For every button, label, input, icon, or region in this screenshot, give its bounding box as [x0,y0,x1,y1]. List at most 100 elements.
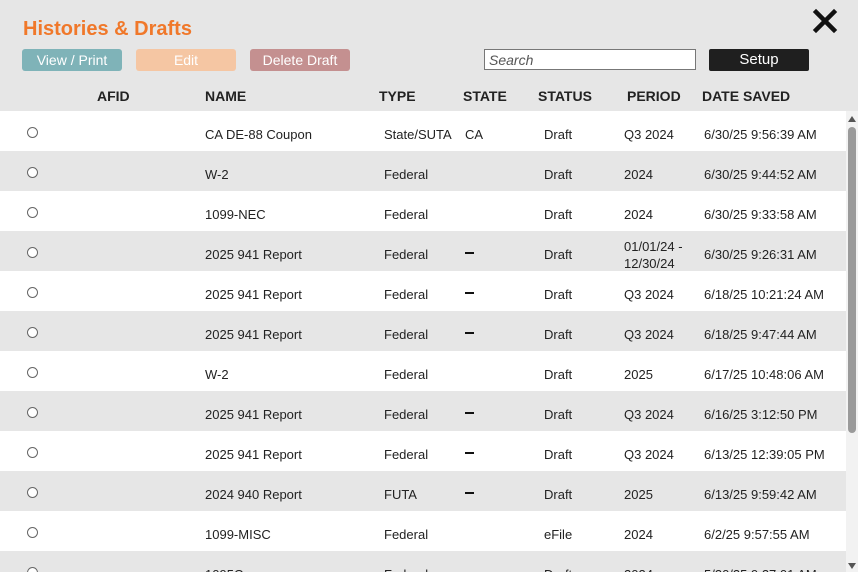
scroll-down-arrow-icon[interactable] [848,563,856,569]
row-select-radio[interactable] [27,287,38,298]
row-state: CA [465,127,484,142]
row-type: Federal [384,247,429,262]
table-row[interactable]: 2025 941 Report Federal Draft Q3 2024 6/18/2… [0,311,846,351]
scrollbar-thumb[interactable] [848,127,856,433]
state-dash-icon [465,492,474,494]
row-date-saved: 6/18/25 10:21:24 AM [704,287,824,302]
table-row[interactable]: CA DE-88 Coupon State/SUTA CA Draft Q3 2024 6… [0,111,846,151]
row-type: FUTA [384,487,417,502]
row-select-radio[interactable] [27,447,38,458]
row-type: Federal [384,167,429,182]
table-row[interactable]: W-2 Federal Draft 2025 6/17/25 10:48:06 AM [0,351,846,391]
search-input[interactable] [484,49,696,70]
row-select-radio[interactable] [27,167,38,178]
row-date-saved: 6/13/25 12:39:05 PM [704,447,825,462]
row-period: 2025 [624,367,653,382]
row-status: Draft [544,407,573,422]
column-header-state[interactable]: STATE [463,88,507,104]
row-type: Federal [384,567,428,572]
row-name: 2025 941 Report [205,247,302,262]
row-status: Draft [544,567,572,572]
row-name: 2025 941 Report [205,447,302,462]
edit-button[interactable]: Edit [136,49,236,71]
row-status: Draft [544,247,573,262]
state-dash-icon [465,292,474,294]
row-select-radio[interactable] [27,367,38,378]
row-period: Q3 2024 [624,127,674,142]
state-dash-icon [465,412,474,414]
row-select-radio[interactable] [27,327,38,338]
row-date-saved: 6/30/25 9:56:39 AM [704,127,817,142]
row-select-radio[interactable] [27,407,38,418]
row-type: Federal [384,527,429,542]
table-row[interactable]: 2025 941 Report Federal Draft Q3 2024 6/18/2… [0,271,846,311]
row-status: Draft [544,207,573,222]
row-status: Draft [544,127,573,142]
row-status: Draft [544,287,573,302]
vertical-scrollbar[interactable] [846,111,858,572]
column-header-date-saved[interactable]: DATE SAVED [702,88,790,104]
row-select-radio[interactable] [27,567,38,572]
row-status: Draft [544,367,573,382]
row-period: 2024 [624,207,653,222]
table-row[interactable]: 1095C Federal Draft 2024 5/30/25 9:27:01 AM [0,551,846,572]
row-name: 1099-NEC [205,207,266,222]
row-name: W-2 [205,167,229,182]
row-date-saved: 6/2/25 9:57:55 AM [704,527,810,542]
page-title: Histories & Drafts [23,18,192,40]
row-date-saved: 5/30/25 9:27:01 AM [704,567,817,572]
table-row[interactable]: 2024 940 Report FUTA Draft 2025 6/13/25 9:59… [0,471,846,511]
column-header-name[interactable]: NAME [205,88,246,104]
row-type: Federal [384,447,429,462]
histories-table-body: CA DE-88 Coupon State/SUTA CA Draft Q3 2024 6… [0,111,846,572]
row-select-radio[interactable] [27,487,38,498]
state-dash-icon [465,452,474,454]
table-row[interactable]: 2025 941 Report Federal Draft Q3 2024 6/16/2… [0,391,846,431]
row-date-saved: 6/17/25 10:48:06 AM [704,367,824,382]
row-name: 1099-MISC [205,527,271,542]
row-period: 2024 [624,567,653,572]
table-header: AFID NAME TYPE STATE STATUS PERIOD DATE … [0,86,858,108]
row-status: Draft [544,447,573,462]
row-type: State/SUTA [384,127,452,142]
table-row[interactable]: 2025 941 Report Federal Draft Q3 2024 6/13/2… [0,431,846,471]
row-name: 2024 940 Report [205,487,302,502]
table-row[interactable]: 1099-MISC Federal eFile 2024 6/2/25 9:57:55 … [0,511,846,551]
row-period: 2025 [624,487,653,502]
row-status: Draft [544,167,573,182]
row-date-saved: 6/30/25 9:44:52 AM [704,167,817,182]
row-period: Q3 2024 [624,327,674,342]
row-status: Draft [544,487,573,502]
scroll-up-arrow-icon[interactable] [848,116,856,122]
row-name: 2025 941 Report [205,287,302,302]
view-print-button[interactable]: View / Print [22,49,122,71]
row-select-radio[interactable] [27,207,38,218]
state-dash-icon [465,332,474,334]
row-type: Federal [384,367,429,382]
row-date-saved: 6/30/25 9:33:58 AM [704,207,817,222]
row-date-saved: 6/13/25 9:59:42 AM [704,487,817,502]
table-row[interactable]: 1099-NEC Federal Draft 2024 6/30/25 9:33:58 … [0,191,846,231]
row-period: Q3 2024 [624,287,674,302]
table-row[interactable]: 2025 941 Report Federal Draft 01/01/24 - 12… [0,231,846,271]
row-period: 2024 [624,167,653,182]
column-header-afid[interactable]: AFID [97,88,130,104]
row-period: Q3 2024 [624,407,674,422]
delete-draft-button[interactable]: Delete Draft [250,49,350,71]
row-select-radio[interactable] [27,247,38,258]
table-row[interactable]: W-2 Federal Draft 2024 6/30/25 9:44:52 AM [0,151,846,191]
row-name: CA DE-88 Coupon [205,127,312,142]
row-status: eFile [544,527,573,542]
column-header-status[interactable]: STATUS [538,88,592,104]
close-button[interactable] [812,8,838,34]
row-select-radio[interactable] [27,527,38,538]
column-header-period[interactable]: PERIOD [627,88,681,104]
setup-button[interactable]: Setup [709,49,809,71]
row-name: 2025 941 Report [205,407,302,422]
row-select-radio[interactable] [27,127,38,138]
row-date-saved: 6/30/25 9:26:31 AM [704,247,817,262]
state-dash-icon [465,252,474,254]
row-status: Draft [544,327,573,342]
column-header-type[interactable]: TYPE [379,88,416,104]
row-name: W-2 [205,367,229,382]
